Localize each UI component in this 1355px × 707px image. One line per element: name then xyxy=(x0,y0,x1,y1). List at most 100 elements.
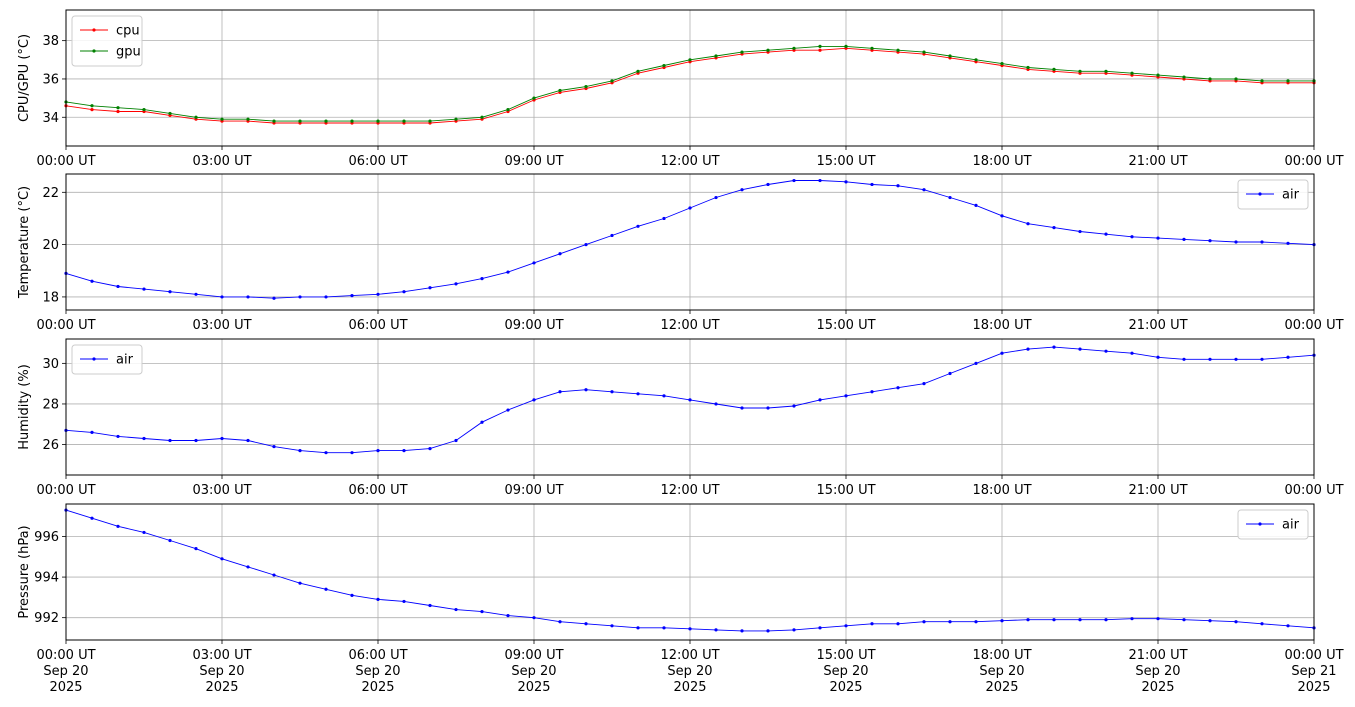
data-point-air xyxy=(532,398,536,402)
data-point-gpu xyxy=(90,104,94,108)
data-point-air xyxy=(298,581,302,585)
data-point-air xyxy=(558,252,562,256)
panel-1: 00:00 UT 03:00 UT 06:00 UT 09:00 UT 12:00 UT… xyxy=(17,9,1344,169)
data-point-air xyxy=(168,438,172,443)
data-point-air xyxy=(688,206,692,210)
data-point-air xyxy=(350,451,354,455)
data-point-gpu xyxy=(376,119,380,123)
data-point-air xyxy=(870,390,874,394)
data-point-gpu xyxy=(480,115,484,119)
data-point-air xyxy=(584,243,588,247)
data-point-gpu xyxy=(870,46,874,50)
y-tick-label: 36 xyxy=(42,72,59,87)
legend-marker-cpu xyxy=(92,28,96,32)
data-point-air xyxy=(1182,357,1186,361)
x-tick-label: 00:00 UT Sep 20 2025 xyxy=(36,648,95,695)
data-point-gpu xyxy=(1000,62,1004,66)
data-point-air xyxy=(246,295,250,299)
legend-marker-air xyxy=(1258,192,1262,196)
data-point-air xyxy=(90,430,94,434)
data-point-air xyxy=(818,398,822,402)
data-point-air xyxy=(142,287,146,291)
data-point-gpu xyxy=(298,119,302,123)
data-point-air xyxy=(922,382,926,386)
data-point-air xyxy=(506,408,510,412)
data-point-cpu xyxy=(116,109,120,114)
legend-marker-air xyxy=(92,357,96,361)
x-tick-label: 12:00 UT xyxy=(660,318,719,333)
panel-2: 00:00 UT 03:00 UT 06:00 UT 09:00 UT 12:00 UT… xyxy=(17,173,1344,333)
data-point-gpu xyxy=(610,79,614,83)
data-point-gpu xyxy=(402,119,406,123)
x-tick-label: 09:00 UT xyxy=(504,318,563,333)
data-point-gpu xyxy=(974,58,978,62)
data-point-air xyxy=(818,178,822,183)
data-point-air xyxy=(116,434,120,439)
x-tick-label: 15:00 UT Sep 20 2025 xyxy=(816,648,875,695)
data-point-air xyxy=(1104,232,1108,236)
data-point-air xyxy=(454,282,458,286)
y-axis-label: Humidity (%) xyxy=(17,364,32,450)
data-point-air xyxy=(1234,357,1238,361)
data-point-air xyxy=(1208,619,1212,623)
data-point-air xyxy=(766,629,770,633)
x-tick-label: 18:00 UT xyxy=(972,154,1031,169)
x-tick-label: 00:00 UT xyxy=(36,154,95,169)
data-point-air xyxy=(246,438,250,443)
data-point-air xyxy=(714,195,718,200)
data-point-air xyxy=(688,398,692,402)
legend: air xyxy=(1237,179,1309,210)
data-point-air xyxy=(376,449,380,453)
data-point-gpu xyxy=(194,115,198,119)
data-point-gpu xyxy=(584,85,588,89)
x-tick-label: 03:00 UT xyxy=(192,483,251,498)
data-point-air xyxy=(1130,235,1134,239)
x-tick-label: 00:00 UT xyxy=(1284,318,1343,333)
data-point-gpu xyxy=(766,48,770,52)
data-point-air xyxy=(1078,618,1082,622)
data-point-gpu xyxy=(428,119,432,123)
x-tick-label: 12:00 UT xyxy=(660,154,719,169)
y-axis-label: Pressure (hPa) xyxy=(17,525,32,618)
data-point-air xyxy=(142,530,146,535)
data-point-air xyxy=(1260,622,1264,626)
x-tick-label: 21:00 UT xyxy=(1128,483,1187,498)
x-tick-label: 00:00 UT xyxy=(36,483,95,498)
data-point-air xyxy=(1052,345,1056,349)
data-point-air xyxy=(558,390,562,394)
x-tick-label: 06:00 UT Sep 20 2025 xyxy=(348,648,407,695)
data-point-gpu xyxy=(818,44,822,48)
data-point-gpu xyxy=(168,111,172,116)
data-point-air xyxy=(662,216,666,221)
data-point-air xyxy=(194,438,198,443)
data-point-air xyxy=(844,180,848,184)
data-point-air xyxy=(792,404,796,408)
data-point-air xyxy=(896,184,900,188)
data-point-air xyxy=(324,587,328,591)
data-point-gpu xyxy=(324,119,328,123)
data-point-air xyxy=(766,406,770,410)
data-point-air xyxy=(506,614,510,618)
data-point-gpu xyxy=(922,50,926,54)
data-point-air xyxy=(1130,617,1134,621)
data-point-air xyxy=(870,182,874,187)
data-point-gpu xyxy=(688,58,692,62)
x-tick-label: 21:00 UT Sep 20 2025 xyxy=(1128,648,1187,695)
data-point-air xyxy=(90,279,94,283)
data-point-air xyxy=(1156,236,1160,240)
data-point-air xyxy=(272,296,276,300)
data-point-air xyxy=(766,182,770,187)
data-point-air xyxy=(402,449,406,453)
data-point-air xyxy=(506,270,510,274)
data-point-gpu xyxy=(350,119,354,123)
data-point-air xyxy=(402,599,406,604)
data-point-air xyxy=(272,444,276,449)
data-point-air xyxy=(1000,351,1004,355)
x-tick-label: 15:00 UT xyxy=(816,483,875,498)
data-point-air xyxy=(1052,226,1056,230)
data-point-air xyxy=(948,195,952,200)
data-point-air xyxy=(740,188,744,192)
x-tick-label: 18:00 UT Sep 20 2025 xyxy=(972,648,1031,695)
data-point-air xyxy=(1234,240,1238,244)
x-tick-label: 03:00 UT xyxy=(192,154,251,169)
